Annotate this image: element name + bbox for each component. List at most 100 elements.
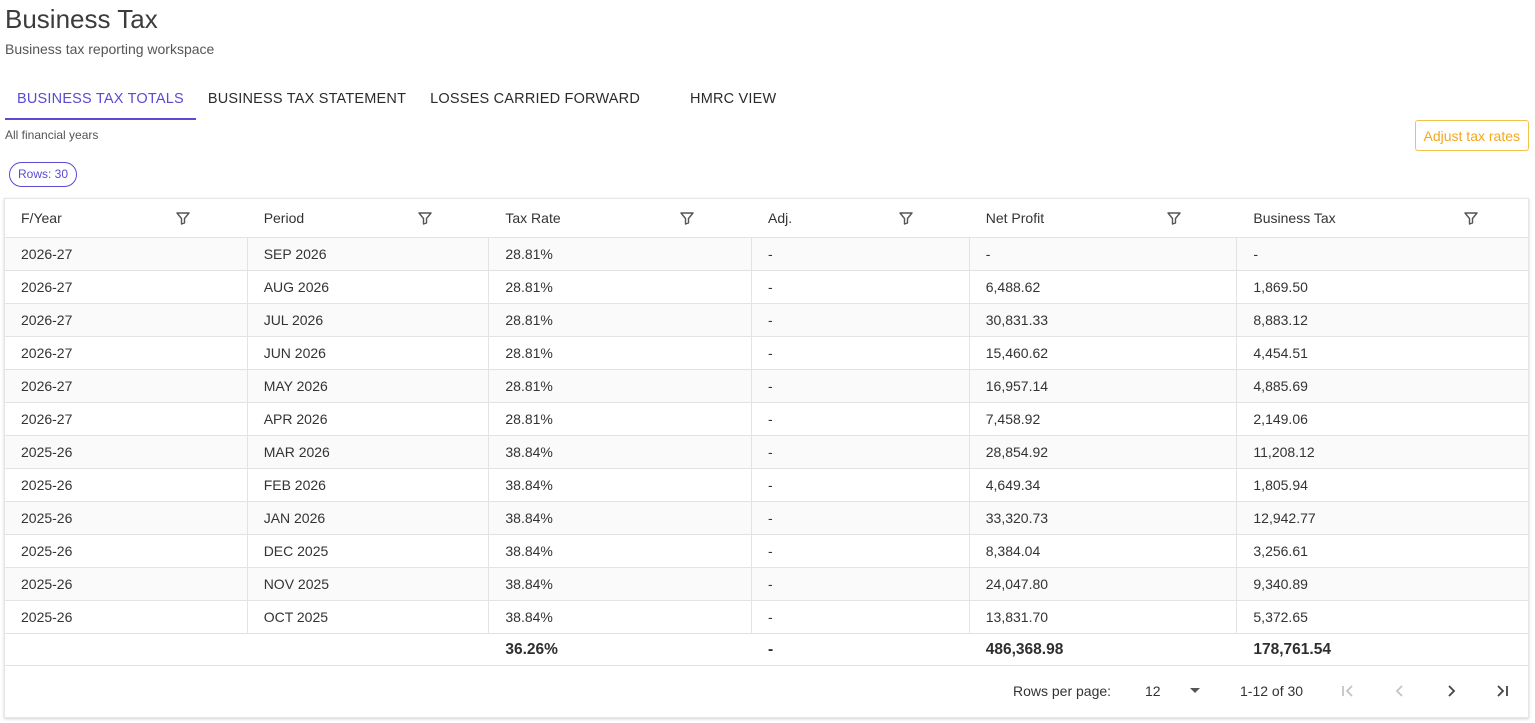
page-range: 1-12 of 30 [1240, 683, 1304, 699]
filter-icon[interactable] [899, 211, 913, 225]
adjust-tax-rates-button[interactable]: Adjust tax rates [1414, 120, 1529, 151]
tab-bar: BUSINESS TAX TOTALS BUSINESS TAX STATEME… [5, 80, 788, 120]
cell-net-profit: 33,320.73 [970, 502, 1238, 534]
cell-business-tax: 1,869.50 [1253, 279, 1308, 295]
cell-period: DEC 2025 [248, 535, 490, 567]
cell-adj: - [752, 469, 970, 501]
table-row[interactable]: 2025-26 DEC 2025 38.84% - 8,384.04 3,256… [5, 535, 1528, 568]
table-header-row: F/Year Period Tax Rate Adj. Net Profit B… [5, 199, 1528, 238]
cell-tax-rate: 28.81% [489, 337, 753, 369]
cell-business-tax: 9,340.89 [1253, 576, 1308, 592]
column-header-adj[interactable]: Adj. [752, 199, 970, 237]
totals-row: 36.26% - 486,368.98 178,761.54 [5, 634, 1528, 666]
table-row[interactable]: 2026-27 APR 2026 28.81% - 7,458.92 2,149… [5, 403, 1528, 436]
column-header-fyear[interactable]: F/Year [5, 199, 248, 237]
filter-icon[interactable] [417, 211, 432, 225]
cell-tax-rate: 38.84% [489, 502, 753, 534]
cell-adj: - [752, 271, 970, 303]
total-net-profit: 486,368.98 [985, 640, 1064, 658]
cell-net-profit: 16,957.14 [970, 370, 1238, 402]
tab-hmrc-view[interactable]: HMRC VIEW [678, 80, 788, 120]
cell-tax-rate: 38.84% [489, 535, 753, 567]
pagination-bar: Rows per page: 12 1-12 of 30 [5, 666, 1528, 717]
cell-business-tax: 1,805.94 [1253, 477, 1308, 493]
filter-icon[interactable] [176, 211, 190, 225]
cell-period: AUG 2026 [248, 271, 490, 303]
caret-down-icon[interactable] [1188, 683, 1202, 697]
cell-period: FEB 2026 [248, 469, 490, 501]
cell-fyear: 2025-26 [5, 436, 248, 468]
filter-icon[interactable] [1167, 211, 1181, 225]
cell-net-profit: 13,831.70 [970, 601, 1238, 633]
table-row[interactable]: 2026-27 SEP 2026 28.81% - - - [5, 238, 1528, 271]
total-period [248, 634, 490, 665]
cell-fyear: 2026-27 [5, 238, 248, 270]
cell-fyear: 2026-27 [5, 403, 248, 435]
filter-icon[interactable] [1464, 211, 1479, 225]
cell-fyear: 2025-26 [5, 535, 248, 567]
table-row[interactable]: 2026-27 JUN 2026 28.81% - 15,460.62 4,45… [5, 337, 1528, 370]
table-row[interactable]: 2025-26 FEB 2026 38.84% - 4,649.34 1,805… [5, 469, 1528, 502]
cell-adj: - [752, 337, 970, 369]
previous-page-icon[interactable] [1391, 682, 1409, 700]
column-header-net-profit[interactable]: Net Profit [970, 199, 1238, 237]
table-row[interactable]: 2025-26 MAR 2026 38.84% - 28,854.92 11,2… [5, 436, 1528, 469]
cell-tax-rate: 28.81% [489, 370, 753, 402]
cell-adj: - [752, 535, 970, 567]
table-row[interactable]: 2025-26 JAN 2026 38.84% - 33,320.73 12,9… [5, 502, 1528, 535]
table-row[interactable]: 2025-26 NOV 2025 38.84% - 24,047.80 9,34… [5, 568, 1528, 601]
cell-adj: - [752, 568, 970, 600]
cell-period: JUN 2026 [248, 337, 490, 369]
tab-business-tax-statement[interactable]: BUSINESS TAX STATEMENT [196, 80, 418, 120]
table-row[interactable]: 2025-26 OCT 2025 38.84% - 13,831.70 5,37… [5, 601, 1528, 634]
total-fyear [5, 634, 248, 665]
cell-fyear: 2025-26 [5, 568, 248, 600]
cell-tax-rate: 28.81% [489, 304, 753, 336]
column-header-business-tax[interactable]: Business Tax [1237, 199, 1528, 237]
cell-period: MAY 2026 [248, 370, 490, 402]
column-header-tax-rate[interactable]: Tax Rate [489, 199, 752, 237]
cell-net-profit: 30,831.33 [970, 304, 1238, 336]
last-page-icon[interactable] [1493, 682, 1511, 700]
cell-tax-rate: 28.81% [489, 403, 753, 435]
column-header-period[interactable]: Period [248, 199, 490, 237]
cell-adj: - [752, 370, 970, 402]
table-row[interactable]: 2026-27 MAY 2026 28.81% - 16,957.14 4,88… [5, 370, 1528, 403]
cell-tax-rate: 28.81% [489, 238, 753, 270]
table-body: 2026-27 SEP 2026 28.81% - - - 2026-27 AU… [5, 238, 1528, 634]
cell-business-tax: 3,256.61 [1253, 543, 1308, 559]
cell-period: JUL 2026 [248, 304, 490, 336]
cell-business-tax: 12,942.77 [1253, 510, 1316, 526]
tab-losses-carried-forward[interactable]: LOSSES CARRIED FORWARD [418, 80, 652, 120]
column-label: Business Tax [1253, 210, 1336, 226]
cell-fyear: 2026-27 [5, 304, 248, 336]
table-row[interactable]: 2026-27 AUG 2026 28.81% - 6,488.62 1,869… [5, 271, 1528, 304]
cell-business-tax: 2,149.06 [1253, 411, 1308, 427]
table-row[interactable]: 2026-27 JUL 2026 28.81% - 30,831.33 8,88… [5, 304, 1528, 337]
rows-per-page-select[interactable]: 12 [1145, 683, 1161, 699]
rows-per-page-label: Rows per page: [1013, 683, 1112, 699]
cell-fyear: 2025-26 [5, 469, 248, 501]
cell-net-profit: 6,488.62 [970, 271, 1238, 303]
cell-business-tax: 4,454.51 [1253, 345, 1308, 361]
cell-adj: - [752, 403, 970, 435]
cell-period: OCT 2025 [248, 601, 490, 633]
cell-fyear: 2026-27 [5, 271, 248, 303]
cell-adj: - [752, 502, 970, 534]
next-page-icon[interactable] [1442, 682, 1460, 700]
total-tax-rate: 36.26% [505, 640, 558, 658]
filter-icon[interactable] [680, 211, 695, 225]
tab-business-tax-totals[interactable]: BUSINESS TAX TOTALS [5, 80, 196, 120]
cell-period: MAR 2026 [248, 436, 490, 468]
cell-net-profit: 7,458.92 [970, 403, 1238, 435]
first-page-icon[interactable] [1339, 682, 1357, 700]
cell-tax-rate: 38.84% [489, 469, 753, 501]
column-label: Adj. [768, 210, 793, 226]
page-title: Business Tax [5, 4, 158, 34]
cell-net-profit: 24,047.80 [970, 568, 1238, 600]
column-label: Period [263, 210, 305, 226]
cell-period: APR 2026 [248, 403, 490, 435]
cell-net-profit: 15,460.62 [970, 337, 1238, 369]
cell-tax-rate: 38.84% [489, 436, 753, 468]
cell-fyear: 2026-27 [5, 337, 248, 369]
